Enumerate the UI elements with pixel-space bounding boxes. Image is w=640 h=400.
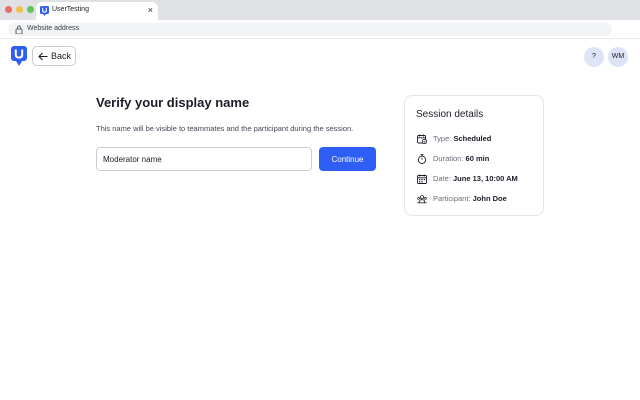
session-type-label: Type:: [433, 134, 454, 143]
page-description: This name will be visible to teammates a…: [96, 124, 354, 133]
page-title: Verify your display name: [96, 95, 250, 110]
calendar-icon: [417, 174, 427, 184]
session-duration-label: Duration:: [433, 154, 466, 163]
session-participant-label: Participant:: [433, 194, 473, 203]
tab-title: UserTesting: [52, 6, 89, 13]
session-participant-value: John Doe: [472, 194, 507, 203]
session-details-title: Session details: [416, 109, 484, 120]
window-minimize-control[interactable]: [16, 6, 23, 13]
session-date-value: June 13, 10:00 AM: [453, 174, 518, 183]
stopwatch-icon: [417, 154, 427, 164]
browser-address-bar: Website address: [0, 20, 640, 39]
tab-close-icon[interactable]: ×: [148, 5, 153, 15]
arrow-left-icon: [38, 52, 48, 61]
back-button[interactable]: Back: [32, 46, 76, 66]
session-date-label: Date:: [433, 174, 454, 183]
session-duration-row: Duration: 60 min: [417, 153, 541, 165]
display-name-input[interactable]: [96, 147, 312, 171]
participant-icon: [417, 195, 427, 204]
browser-tab-bar: UserTesting ×: [0, 0, 640, 20]
help-button[interactable]: ?: [584, 47, 604, 67]
window-maximize-control[interactable]: [27, 6, 34, 13]
usertesting-logo-icon: [11, 46, 27, 66]
lock-icon: [15, 25, 23, 34]
calendar-check-icon: [417, 134, 427, 144]
session-duration-value: 60 min: [465, 154, 490, 163]
continue-button[interactable]: Continue: [319, 147, 376, 171]
browser-tab[interactable]: UserTesting ×: [36, 2, 158, 20]
usertesting-favicon-icon: [40, 6, 49, 16]
session-type-value: Scheduled: [453, 134, 492, 143]
back-label: Back: [51, 51, 72, 61]
session-date-row: Date: June 13, 10:00 AM: [417, 173, 541, 185]
address-field[interactable]: Website address: [8, 23, 612, 36]
session-details-card: Session details Type: Scheduled Duration…: [404, 95, 544, 216]
session-participant-row: Participant: John Doe: [417, 193, 541, 205]
window-close-control[interactable]: [5, 6, 12, 13]
address-text: Website address: [27, 25, 80, 32]
session-type-row: Type: Scheduled: [417, 133, 541, 145]
user-avatar[interactable]: WM: [608, 47, 628, 67]
